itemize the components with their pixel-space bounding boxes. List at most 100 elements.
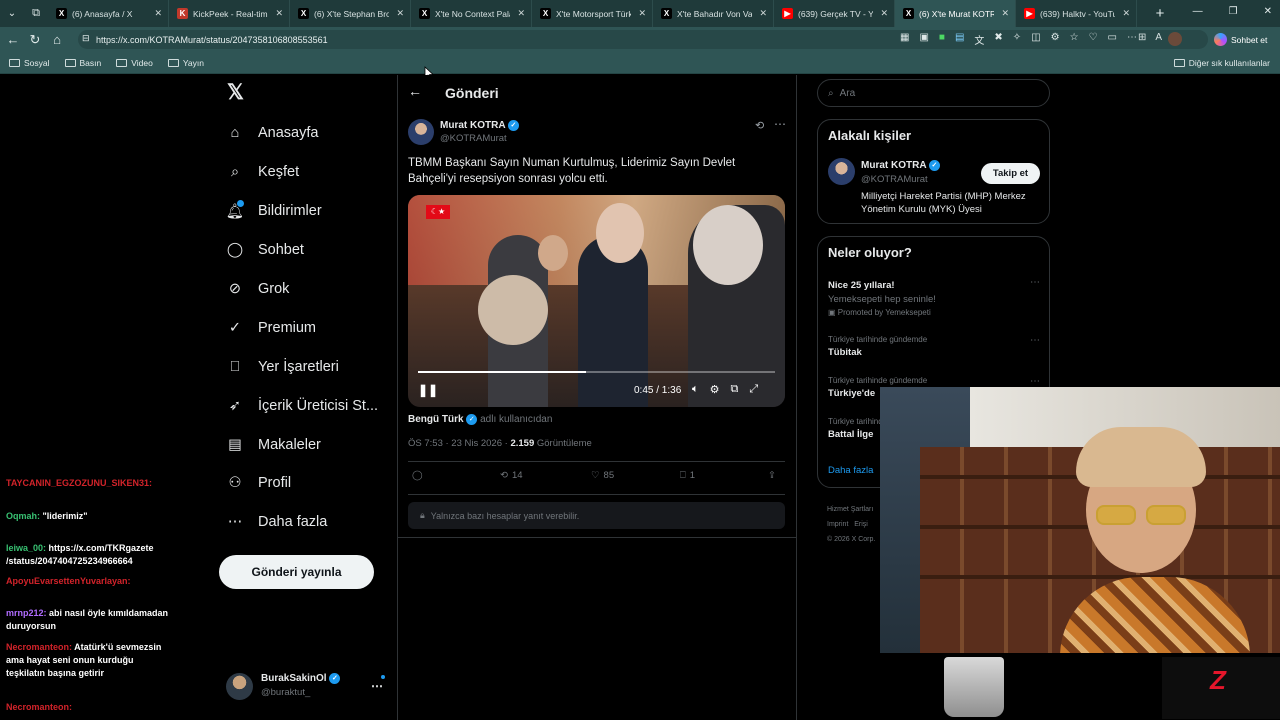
close-tab-icon[interactable]: ✕ — [517, 8, 525, 19]
source-name[interactable]: Bengü Türk — [408, 414, 464, 425]
close-tab-icon[interactable]: ✕ — [154, 8, 162, 19]
sidebar-item[interactable]: ⎕ Yer İşaretleri — [226, 358, 339, 376]
related-handle[interactable]: @KOTRAMurat — [861, 174, 928, 185]
close-window-icon[interactable]: ✕ — [1264, 6, 1272, 17]
sidebar-item[interactable]: ⌕ Keşfet — [226, 163, 299, 181]
sidebar-item[interactable]: 🔔︎ Bildirimler — [226, 200, 322, 220]
retweet-button[interactable]: ⟲ 14 — [500, 470, 523, 481]
account-switcher[interactable]: BurakSakinOl ✓ @buraktut_ ⋯ — [226, 671, 388, 703]
grok-explain-icon[interactable]: ⟲ — [755, 119, 764, 132]
settings-gear-icon[interactable]: ⚙ — [1051, 32, 1060, 47]
volume-icon[interactable]: 🔈︎ — [692, 383, 699, 396]
author-avatar[interactable] — [408, 119, 434, 145]
browser-tab[interactable]: X (6) X'te Murat KOTR ✕ — [895, 0, 1016, 27]
sidebar-item[interactable]: ➶ İçerik Üreticisi St... — [226, 397, 378, 415]
close-tab-icon[interactable]: ✕ — [1001, 8, 1009, 19]
back-icon[interactable]: ← — [2, 29, 24, 51]
browser-tab[interactable]: X X'te No Context Pala: " ✕ — [411, 0, 532, 27]
back-arrow-icon[interactable]: ← — [408, 83, 422, 99]
post-button[interactable]: Gönderi yayınla — [219, 555, 374, 589]
bookmark-folder[interactable]: Yayın — [167, 58, 204, 68]
related-avatar[interactable] — [828, 158, 855, 185]
chat-text: "liderimiz" — [40, 511, 88, 521]
app-available-icon[interactable]: ⊞ — [1138, 32, 1146, 43]
new-tab-icon[interactable]: + — [1149, 3, 1171, 25]
account-more-icon[interactable]: ⋯ — [371, 679, 383, 693]
trend-more-icon[interactable]: ⋯ — [1030, 277, 1040, 288]
browser-tab[interactable]: X (6) X'te Stephan Brock ✕ — [290, 0, 411, 27]
extension-icon[interactable]: ✖ — [994, 32, 1002, 47]
pip-icon[interactable]: ⧉ — [730, 383, 738, 396]
minimize-icon[interactable]: — — [1193, 6, 1203, 17]
bookmark-folder[interactable]: Video — [116, 58, 153, 68]
author-name[interactable]: Murat KOTRA — [440, 120, 505, 131]
extension-icon[interactable]: ▦ — [900, 32, 909, 47]
reply-icon[interactable]: ◯ — [412, 470, 423, 481]
footer-link-imprint[interactable]: Imprint — [827, 521, 848, 528]
browser-tab[interactable]: ▶ (639) Gerçek TV - YouT ✕ — [774, 0, 895, 27]
close-tab-icon[interactable]: ✕ — [1122, 8, 1130, 19]
settings-gear-icon[interactable]: ⚙ — [710, 383, 720, 396]
workspaces-icon[interactable]: ⧉ — [24, 3, 48, 25]
other-bookmarks-folder[interactable]: Diğer sık kullanılanlar — [1173, 58, 1270, 68]
bookmark-folder[interactable]: Sosyal — [9, 58, 50, 68]
pause-icon[interactable]: ❚❚ — [418, 383, 438, 397]
post-more-icon[interactable]: ⋯ — [774, 117, 786, 131]
more-menu-icon[interactable]: ⋯ — [1127, 32, 1137, 47]
extension-icon[interactable]: ▣ — [919, 32, 928, 47]
related-name[interactable]: Murat KOTRA — [861, 160, 926, 171]
footer-link-accessibility[interactable]: Erişi — [854, 521, 868, 528]
like-button[interactable]: ♡ 85 — [591, 470, 614, 481]
favorites-icon[interactable]: ☆ — [1070, 32, 1079, 47]
sidebar-item[interactable]: ✓ Premium — [226, 319, 316, 337]
bookmark-button[interactable]: ⎕ 1 — [680, 470, 695, 481]
trend-item[interactable]: Nice 25 yıllara! Yemeksepeti hep seninle!… — [828, 277, 1040, 317]
browser-tab[interactable]: K KickPeek - Real-time UI ✕ — [169, 0, 290, 27]
split-screen-icon[interactable]: ◫ — [1031, 32, 1040, 47]
bookmark-folder[interactable]: Basın — [64, 58, 101, 68]
sidebar-item[interactable]: ⊘ Grok — [226, 280, 290, 298]
sidebar-item[interactable]: ⚇ Profil — [226, 474, 292, 492]
x-logo-icon[interactable]: 𝕏 — [227, 82, 247, 103]
sidebar-item[interactable]: ⌂ Anasayfa — [226, 124, 319, 142]
sidebar-item[interactable]: ⋯ Daha fazla — [226, 513, 328, 531]
browser-tab[interactable]: X X'te Motorsport Türkiye ✕ — [532, 0, 653, 27]
follow-button[interactable]: Takip et — [981, 163, 1040, 184]
profile-avatar[interactable] — [1168, 32, 1182, 46]
search-input[interactable]: ⌕ Ara — [817, 79, 1050, 107]
close-tab-icon[interactable]: ✕ — [759, 8, 767, 19]
sidebar-item[interactable]: ▤ Makaleler — [226, 436, 321, 454]
extension-icon[interactable]: ▤ — [955, 32, 964, 47]
close-tab-icon[interactable]: ✕ — [275, 8, 283, 19]
browser-tab[interactable]: X X'te Bahadır Von Vanlı ✕ — [653, 0, 774, 27]
fullscreen-icon[interactable]: ⤢ — [749, 383, 758, 396]
translate-icon[interactable]: 文 — [974, 32, 984, 47]
close-tab-icon[interactable]: ✕ — [396, 8, 404, 19]
video-player[interactable]: ☾★ ❚❚ 0:45 / 1:36 🔈︎ ⚙ ⧉ ⤢ — [408, 195, 785, 407]
video-progress-track[interactable] — [418, 371, 775, 373]
close-tab-icon[interactable]: ✕ — [880, 8, 888, 19]
trend-item[interactable]: Türkiye tarihinde gündemde Tübitak ⋯ — [828, 335, 1040, 358]
browser-essentials-icon[interactable]: ♡ — [1089, 32, 1098, 47]
home-page-icon[interactable]: ⌂ — [46, 29, 68, 51]
footer-link-terms[interactable]: Hizmet Şartları — [827, 502, 875, 517]
close-tab-icon[interactable]: ✕ — [638, 8, 646, 19]
sidebar-item[interactable]: ◯ Sohbet — [226, 241, 304, 259]
extensions-puzzle-icon[interactable]: ✧ — [1013, 32, 1021, 47]
browser-tab[interactable]: X (6) Anasayfa / X ✕ — [48, 0, 169, 27]
copilot-button[interactable]: Sohbet et — [1214, 31, 1267, 48]
reload-icon[interactable]: ↻ — [24, 29, 46, 51]
restore-icon[interactable]: ❐ — [1229, 6, 1238, 17]
show-more-link[interactable]: Daha fazla — [828, 465, 873, 476]
trend-more-icon[interactable]: ⋯ — [1030, 335, 1040, 346]
share-icon[interactable]: ⇪ — [768, 470, 776, 481]
extension-icon[interactable]: ■ — [939, 32, 945, 47]
post-timestamp[interactable]: ÖS 7:53 · 23 Nis 2026 · — [408, 438, 508, 449]
trend-more-icon[interactable]: ⋯ — [1030, 376, 1040, 387]
read-aloud-icon[interactable]: A — [1155, 32, 1162, 43]
author-handle[interactable]: @KOTRAMurat — [440, 133, 507, 144]
browser-tab[interactable]: ▶ (639) Halktv - YouTube ✕ — [1016, 0, 1137, 27]
tab-list-chevron-icon[interactable]: ⌄ — [0, 3, 24, 25]
collections-icon[interactable]: ▭ — [1108, 32, 1117, 47]
site-info-icon[interactable]: ⊟ — [82, 33, 90, 44]
